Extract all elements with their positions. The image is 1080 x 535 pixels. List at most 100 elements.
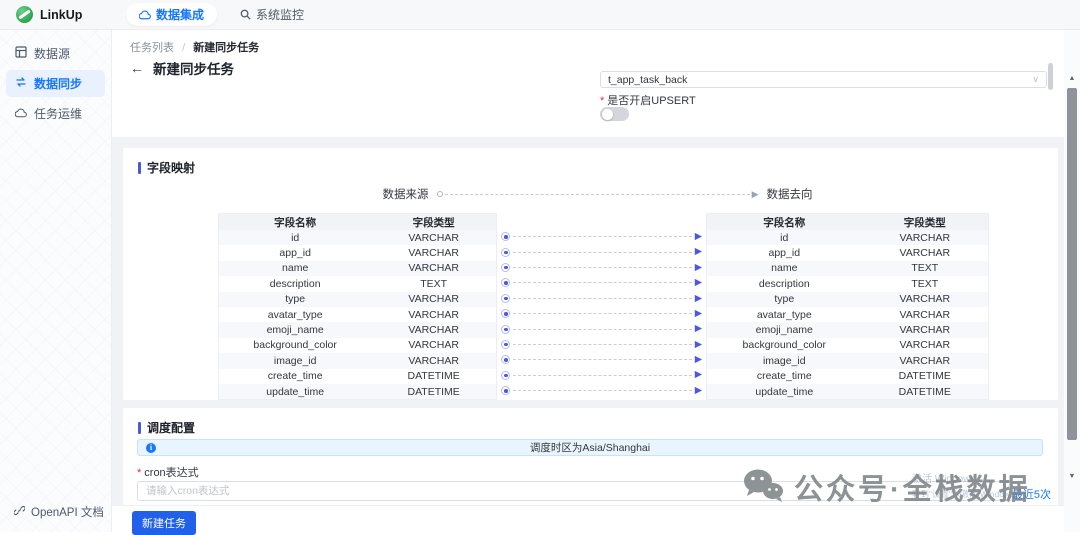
connector-arrow-icon: ▶ xyxy=(695,309,702,319)
page-title-row: ← 新建同步任务 xyxy=(130,58,234,78)
connector-arrow-icon: ▶ xyxy=(695,355,702,365)
connector-radio-icon xyxy=(501,371,510,380)
cron-field-label: *cron表达式 xyxy=(137,464,199,480)
field-mapping-connector[interactable]: ▶ xyxy=(497,337,706,352)
field-mapping-connector[interactable]: ▶ xyxy=(497,383,706,398)
recent-runs-link[interactable]: 最近5次 xyxy=(1012,486,1051,502)
connector-arrow-icon: ▶ xyxy=(695,370,702,380)
window-scrollbar[interactable]: ▲ ▼ xyxy=(1064,30,1080,532)
app-window: LinkUp 数据集成 系统监控 数据源 xyxy=(0,0,1080,532)
connector-radio-icon xyxy=(501,309,510,318)
flow-arrow-icon: ▶ xyxy=(752,190,759,199)
flow-dashed-line: ▶ xyxy=(437,190,759,199)
field-row: image_idVARCHAR xyxy=(707,353,988,368)
sidebar-item-datasync[interactable]: 数据同步 xyxy=(6,70,105,97)
tab-label: 数据集成 xyxy=(156,6,204,23)
connector-dash xyxy=(513,375,692,376)
tab-data-integration[interactable]: 数据集成 xyxy=(126,3,217,26)
timezone-alert: i 调度时区为Asia/Shanghai xyxy=(137,439,1043,456)
sidebar-item-label: 数据源 xyxy=(34,45,70,62)
main-content: 任务列表 / 新建同步任务 ← 新建同步任务 t_app_task_back ∨… xyxy=(112,30,1064,532)
field-row: avatar_typeVARCHAR xyxy=(707,307,988,322)
inner-scrollbar-thumb[interactable] xyxy=(1048,63,1053,90)
field-mapping-connector[interactable]: ▶ xyxy=(497,368,706,383)
connector-dash xyxy=(513,236,692,237)
upsert-field-label: *是否开启UPSERT xyxy=(600,92,696,108)
connector-dash xyxy=(513,344,692,345)
field-row: nameTEXT xyxy=(707,261,988,276)
required-mark: * xyxy=(600,95,604,107)
connector-dash xyxy=(513,267,692,268)
connector-radio-icon xyxy=(501,263,510,272)
connector-arrow-icon: ▶ xyxy=(695,324,702,334)
tab-label: 系统监控 xyxy=(256,6,304,23)
field-mapping-connector[interactable]: ▶ xyxy=(497,306,706,321)
table-header-row: 字段名称字段类型 xyxy=(707,214,988,230)
search-icon xyxy=(240,9,251,20)
connector-radio-icon xyxy=(501,232,510,241)
breadcrumb-task-list[interactable]: 任务列表 xyxy=(130,42,174,54)
field-row: create_timeDATETIME xyxy=(707,369,988,384)
field-mapping-connector[interactable]: ▶ xyxy=(497,275,706,290)
cloud-icon xyxy=(15,107,27,121)
mapping-grid: 字段名称字段类型idVARCHARapp_idVARCHARnameVARCHA… xyxy=(123,213,1058,400)
field-row: emoji_nameVARCHAR xyxy=(219,322,496,337)
field-mapping-connector[interactable]: ▶ xyxy=(497,291,706,306)
scroll-up-icon[interactable]: ▲ xyxy=(1064,70,1080,86)
field-mapping-connector[interactable]: ▶ xyxy=(497,321,706,336)
field-mapping-connector[interactable]: ▶ xyxy=(497,229,706,244)
connector-arrow-icon: ▶ xyxy=(695,247,702,257)
linkup-logo-icon xyxy=(16,6,33,23)
sidebar-item-datasource[interactable]: 数据源 xyxy=(6,40,105,67)
upsert-toggle[interactable] xyxy=(600,107,629,121)
connector-radio-icon xyxy=(501,248,510,257)
scroll-down-icon[interactable]: ▼ xyxy=(1064,468,1080,484)
sidebar-item-task-ops[interactable]: 任务运维 xyxy=(6,100,105,127)
tab-system-monitor[interactable]: 系统监控 xyxy=(227,3,317,26)
flow-dash xyxy=(445,194,750,195)
schedule-card: 调度配置 i 调度时区为Asia/Shanghai *cron表达式 最近5次 xyxy=(123,408,1058,505)
source-field-table: 字段名称字段类型idVARCHARapp_idVARCHARnameVARCHA… xyxy=(218,213,497,400)
breadcrumb-current: 新建同步任务 xyxy=(193,42,259,54)
field-row: image_idVARCHAR xyxy=(219,353,496,368)
cron-input[interactable] xyxy=(137,481,1013,501)
sync-icon xyxy=(15,76,27,91)
link-icon xyxy=(14,505,25,519)
table-header-row: 字段名称字段类型 xyxy=(219,214,496,230)
breadcrumb-separator: / xyxy=(182,42,185,54)
page-title: 新建同步任务 xyxy=(153,58,234,78)
create-task-button[interactable]: 新建任务 xyxy=(132,511,196,535)
connector-arrow-icon: ▶ xyxy=(695,386,702,396)
section-accent-bar xyxy=(138,422,141,434)
flow-start-circle-icon xyxy=(437,191,443,197)
field-mapping-connector[interactable]: ▶ xyxy=(497,244,706,259)
back-arrow-icon[interactable]: ← xyxy=(130,60,144,76)
field-row: idVARCHAR xyxy=(219,230,496,245)
field-row: background_colorVARCHAR xyxy=(219,338,496,353)
target-field-table: 字段名称字段类型idVARCHARapp_idVARCHARnameTEXTde… xyxy=(706,213,989,400)
field-mapping-connector[interactable]: ▶ xyxy=(497,260,706,275)
field-row: update_timeDATETIME xyxy=(707,384,988,399)
mapping-flow-row: 数据来源 ▶ 数据去向 xyxy=(123,186,1058,202)
sidebar-menu: 数据源 数据同步 任务运维 xyxy=(0,30,111,127)
mapping-connectors: ▶ ▶ ▶ ▶ ▶ ▶ ▶ ▶ ▶ ▶ ▶ xyxy=(497,229,706,398)
sidebar-openapi-link[interactable]: OpenAPI 文档 xyxy=(0,504,111,520)
connector-arrow-icon: ▶ xyxy=(695,294,702,304)
connector-dash xyxy=(513,298,692,299)
field-row: typeVARCHAR xyxy=(219,292,496,307)
field-row: descriptionTEXT xyxy=(219,276,496,291)
connector-arrow-icon: ▶ xyxy=(695,263,702,273)
target-label: 数据去向 xyxy=(767,186,813,202)
breadcrumb: 任务列表 / 新建同步任务 xyxy=(130,39,259,55)
target-table-select[interactable]: t_app_task_back ∨ xyxy=(600,71,1047,88)
connector-dash xyxy=(513,313,692,314)
connector-dash xyxy=(513,252,692,253)
brand[interactable]: LinkUp xyxy=(0,6,112,23)
timezone-alert-text: 调度时区为Asia/Shanghai xyxy=(138,440,1042,455)
field-row: avatar_typeVARCHAR xyxy=(219,307,496,322)
scrollbar-thumb[interactable] xyxy=(1067,88,1077,440)
connector-dash xyxy=(513,282,692,283)
field-mapping-connector[interactable]: ▶ xyxy=(497,352,706,367)
info-icon: i xyxy=(146,443,156,453)
required-mark: * xyxy=(137,467,141,479)
